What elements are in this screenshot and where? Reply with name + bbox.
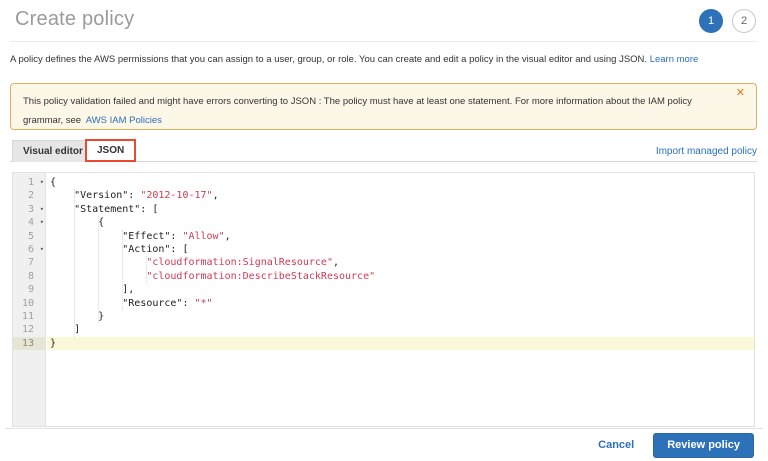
gutter-line-number: 5	[13, 230, 45, 243]
code-line-6[interactable]: "Action": [	[47, 243, 754, 256]
intro-paragraph: A policy defines the AWS permissions tha…	[10, 54, 758, 65]
code-line-12[interactable]: ]	[47, 323, 754, 336]
json-editor-gutter: 1▾23▾4▾56▾78910111213	[13, 173, 46, 426]
step-2-indicator: 2	[732, 9, 756, 33]
create-policy-page: Create policy 1 2 A policy defines the A…	[0, 0, 768, 461]
title-divider	[10, 41, 757, 42]
page-title: Create policy	[15, 8, 134, 31]
gutter-line-number: 13	[13, 337, 45, 350]
review-policy-button[interactable]: Review policy	[653, 433, 754, 458]
gutter-line-number: 8	[13, 270, 45, 283]
json-editor-code[interactable]: { "Version": "2012-10-17", "Statement": …	[47, 173, 754, 426]
code-line-13[interactable]: }	[47, 337, 754, 350]
gutter-line-number: 11	[13, 310, 45, 323]
gutter-line-number: 12	[13, 323, 45, 336]
fold-arrow-icon[interactable]: ▾	[40, 176, 44, 189]
tab-json-label: JSON	[97, 145, 124, 156]
close-icon[interactable]: ✕	[736, 88, 745, 99]
tab-json[interactable]: JSON	[85, 139, 136, 162]
import-managed-policy-link[interactable]: Import managed policy	[656, 146, 757, 157]
code-line-7[interactable]: "cloudformation:SignalResource",	[47, 256, 754, 269]
code-line-3[interactable]: "Statement": [	[47, 203, 754, 216]
fold-arrow-icon[interactable]: ▾	[40, 243, 44, 256]
code-line-2[interactable]: "Version": "2012-10-17",	[47, 189, 754, 202]
validation-warning-banner: This policy validation failed and might …	[10, 83, 757, 130]
gutter-line-number[interactable]: 6▾	[13, 243, 45, 256]
json-editor-lines[interactable]: { "Version": "2012-10-17", "Statement": …	[47, 176, 754, 350]
gutter-line-number[interactable]: 4▾	[13, 216, 45, 229]
code-line-10[interactable]: "Resource": "*"	[47, 297, 754, 310]
code-line-1[interactable]: {	[47, 176, 754, 189]
gutter-line-number: 2	[13, 189, 45, 202]
footer-actions: Cancel Review policy	[5, 428, 763, 461]
fold-arrow-icon[interactable]: ▾	[40, 216, 44, 229]
json-editor[interactable]: 1▾23▾4▾56▾78910111213 { "Version": "2012…	[12, 172, 755, 427]
tab-visual-editor-label: Visual editor	[23, 146, 83, 157]
tab-visual-editor[interactable]: Visual editor	[12, 140, 94, 162]
gutter-line-number[interactable]: 3▾	[13, 203, 45, 216]
gutter-line-number: 7	[13, 256, 45, 269]
code-line-5[interactable]: "Effect": "Allow",	[47, 230, 754, 243]
fold-arrow-icon[interactable]: ▾	[40, 203, 44, 216]
gutter-line-number[interactable]: 1▾	[13, 176, 45, 189]
intro-text: A policy defines the AWS permissions tha…	[10, 54, 647, 65]
code-line-4[interactable]: {	[47, 216, 754, 229]
aws-iam-policies-link[interactable]: AWS IAM Policies	[86, 115, 162, 126]
code-line-9[interactable]: ],	[47, 283, 754, 296]
code-line-8[interactable]: "cloudformation:DescribeStackResource"	[47, 270, 754, 283]
gutter-line-number: 9	[13, 283, 45, 296]
gutter-line-number: 10	[13, 297, 45, 310]
code-line-11[interactable]: }	[47, 310, 754, 323]
step-indicator: 1 2	[699, 9, 756, 33]
learn-more-link[interactable]: Learn more	[650, 54, 699, 65]
step-1-indicator: 1	[699, 9, 723, 33]
cancel-button[interactable]: Cancel	[598, 439, 634, 451]
editor-tabbar: Visual editor JSON Import managed policy	[10, 139, 757, 162]
